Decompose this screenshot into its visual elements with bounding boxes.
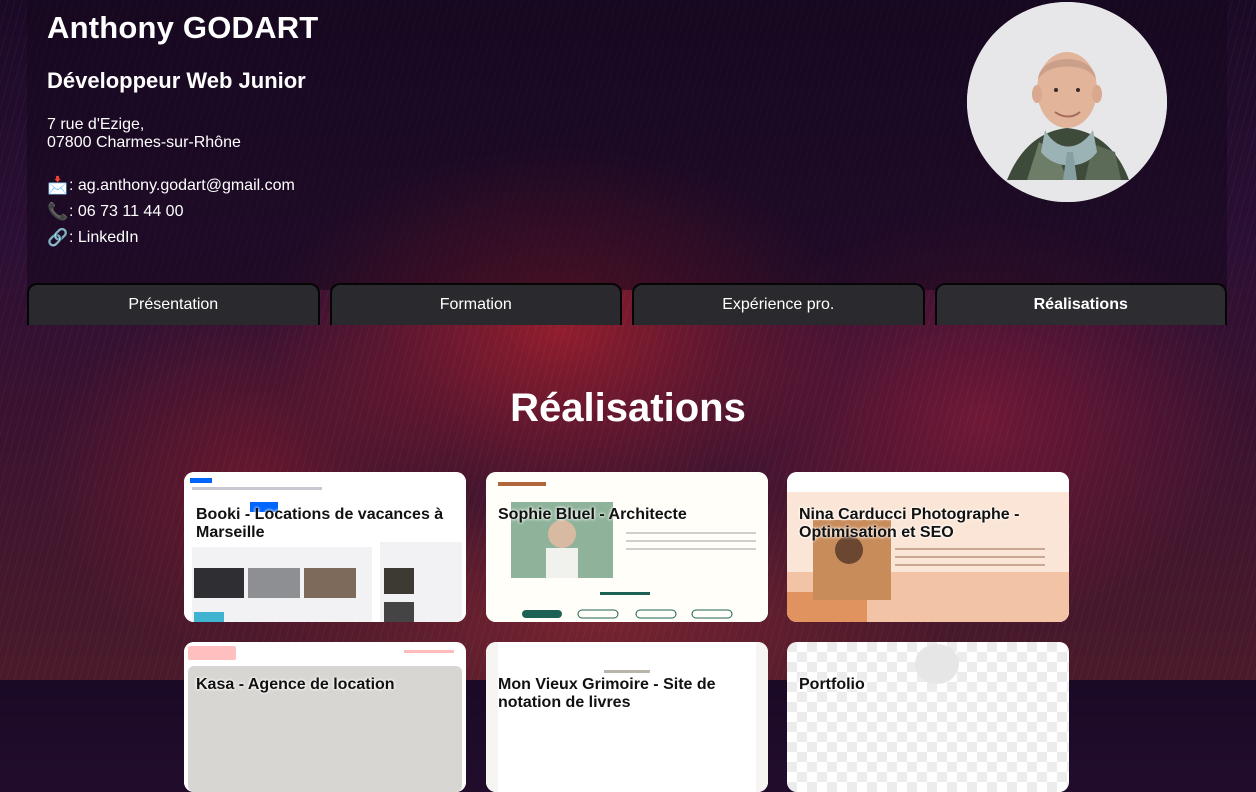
linkedin-prefix: :: [69, 229, 74, 246]
section-tabs: Présentation Formation Expérience pro. R…: [27, 283, 1227, 325]
link-icon: 🔗: [47, 228, 69, 247]
address-line-2: 07800 Charmes-sur-Rhône: [47, 134, 241, 151]
project-thumbnail-booki: [184, 472, 466, 622]
section-heading: Réalisations: [510, 386, 746, 430]
profile-header: Anthony GODART Développeur Web Junior 7 …: [27, 0, 1227, 290]
project-thumbnail-kasa: [184, 642, 466, 792]
contact-linkedin: 🔗 : LinkedIn: [47, 225, 295, 251]
envelope-icon: 📩: [47, 176, 69, 195]
phone-text[interactable]: : 06 73 11 44 00: [69, 199, 183, 225]
project-card-mon-vieux-grimoire[interactable]: Mon Vieux Grimoire - Site de notation de…: [486, 642, 768, 792]
linkedin-link[interactable]: LinkedIn: [78, 225, 139, 251]
contact-phone: 📞 : 06 73 11 44 00: [47, 199, 295, 225]
project-card-kasa[interactable]: Kasa - Agence de location: [184, 642, 466, 792]
project-card-sophie-bluel[interactable]: Sophie Bluel - Architecte: [486, 472, 768, 622]
tab-presentation[interactable]: Présentation: [27, 283, 320, 325]
project-title: Kasa - Agence de location: [196, 676, 395, 693]
email-text[interactable]: : ag.anthony.godart@gmail.com: [69, 173, 295, 199]
project-title: Portfolio: [799, 676, 865, 693]
project-title: Booki - Locations de vacances à Marseill…: [196, 506, 444, 541]
project-thumbnail-nina-carducci: [787, 472, 1069, 622]
project-title: Nina Carducci Photographe - Optimisation…: [799, 506, 1020, 541]
tab-formation[interactable]: Formation: [329, 283, 622, 325]
contact-email: 📩 : ag.anthony.godart@gmail.com: [47, 173, 295, 199]
project-title: Mon Vieux Grimoire - Site de notation de…: [498, 676, 716, 711]
avatar-portrait: [967, 2, 1167, 202]
project-card-booki[interactable]: Booki - Locations de vacances à Marseill…: [184, 472, 466, 622]
phone-icon: 📞: [47, 202, 69, 221]
project-thumbnail-sophie-bluel: [486, 472, 768, 622]
contact-list: 📩 : ag.anthony.godart@gmail.com 📞 : 06 7…: [47, 173, 295, 251]
project-thumbnail-mon-vieux-grimoire: [486, 642, 768, 792]
profile-name: Anthony GODART: [47, 10, 319, 45]
tab-experience[interactable]: Expérience pro.: [632, 283, 925, 325]
profile-address: 7 rue d'Ezige, 07800 Charmes-sur-Rhône: [47, 116, 241, 152]
avatar: [967, 2, 1167, 202]
project-card-portfolio[interactable]: Portfolio: [787, 642, 1069, 792]
project-title: Sophie Bluel - Architecte: [498, 506, 687, 523]
project-thumbnail-portfolio: [787, 642, 1069, 792]
profile-title: Développeur Web Junior: [47, 68, 306, 93]
address-line-1: 7 rue d'Ezige,: [47, 116, 145, 133]
tab-realisations[interactable]: Réalisations: [934, 283, 1227, 325]
project-card-nina-carducci[interactable]: Nina Carducci Photographe - Optimisation…: [787, 472, 1069, 622]
